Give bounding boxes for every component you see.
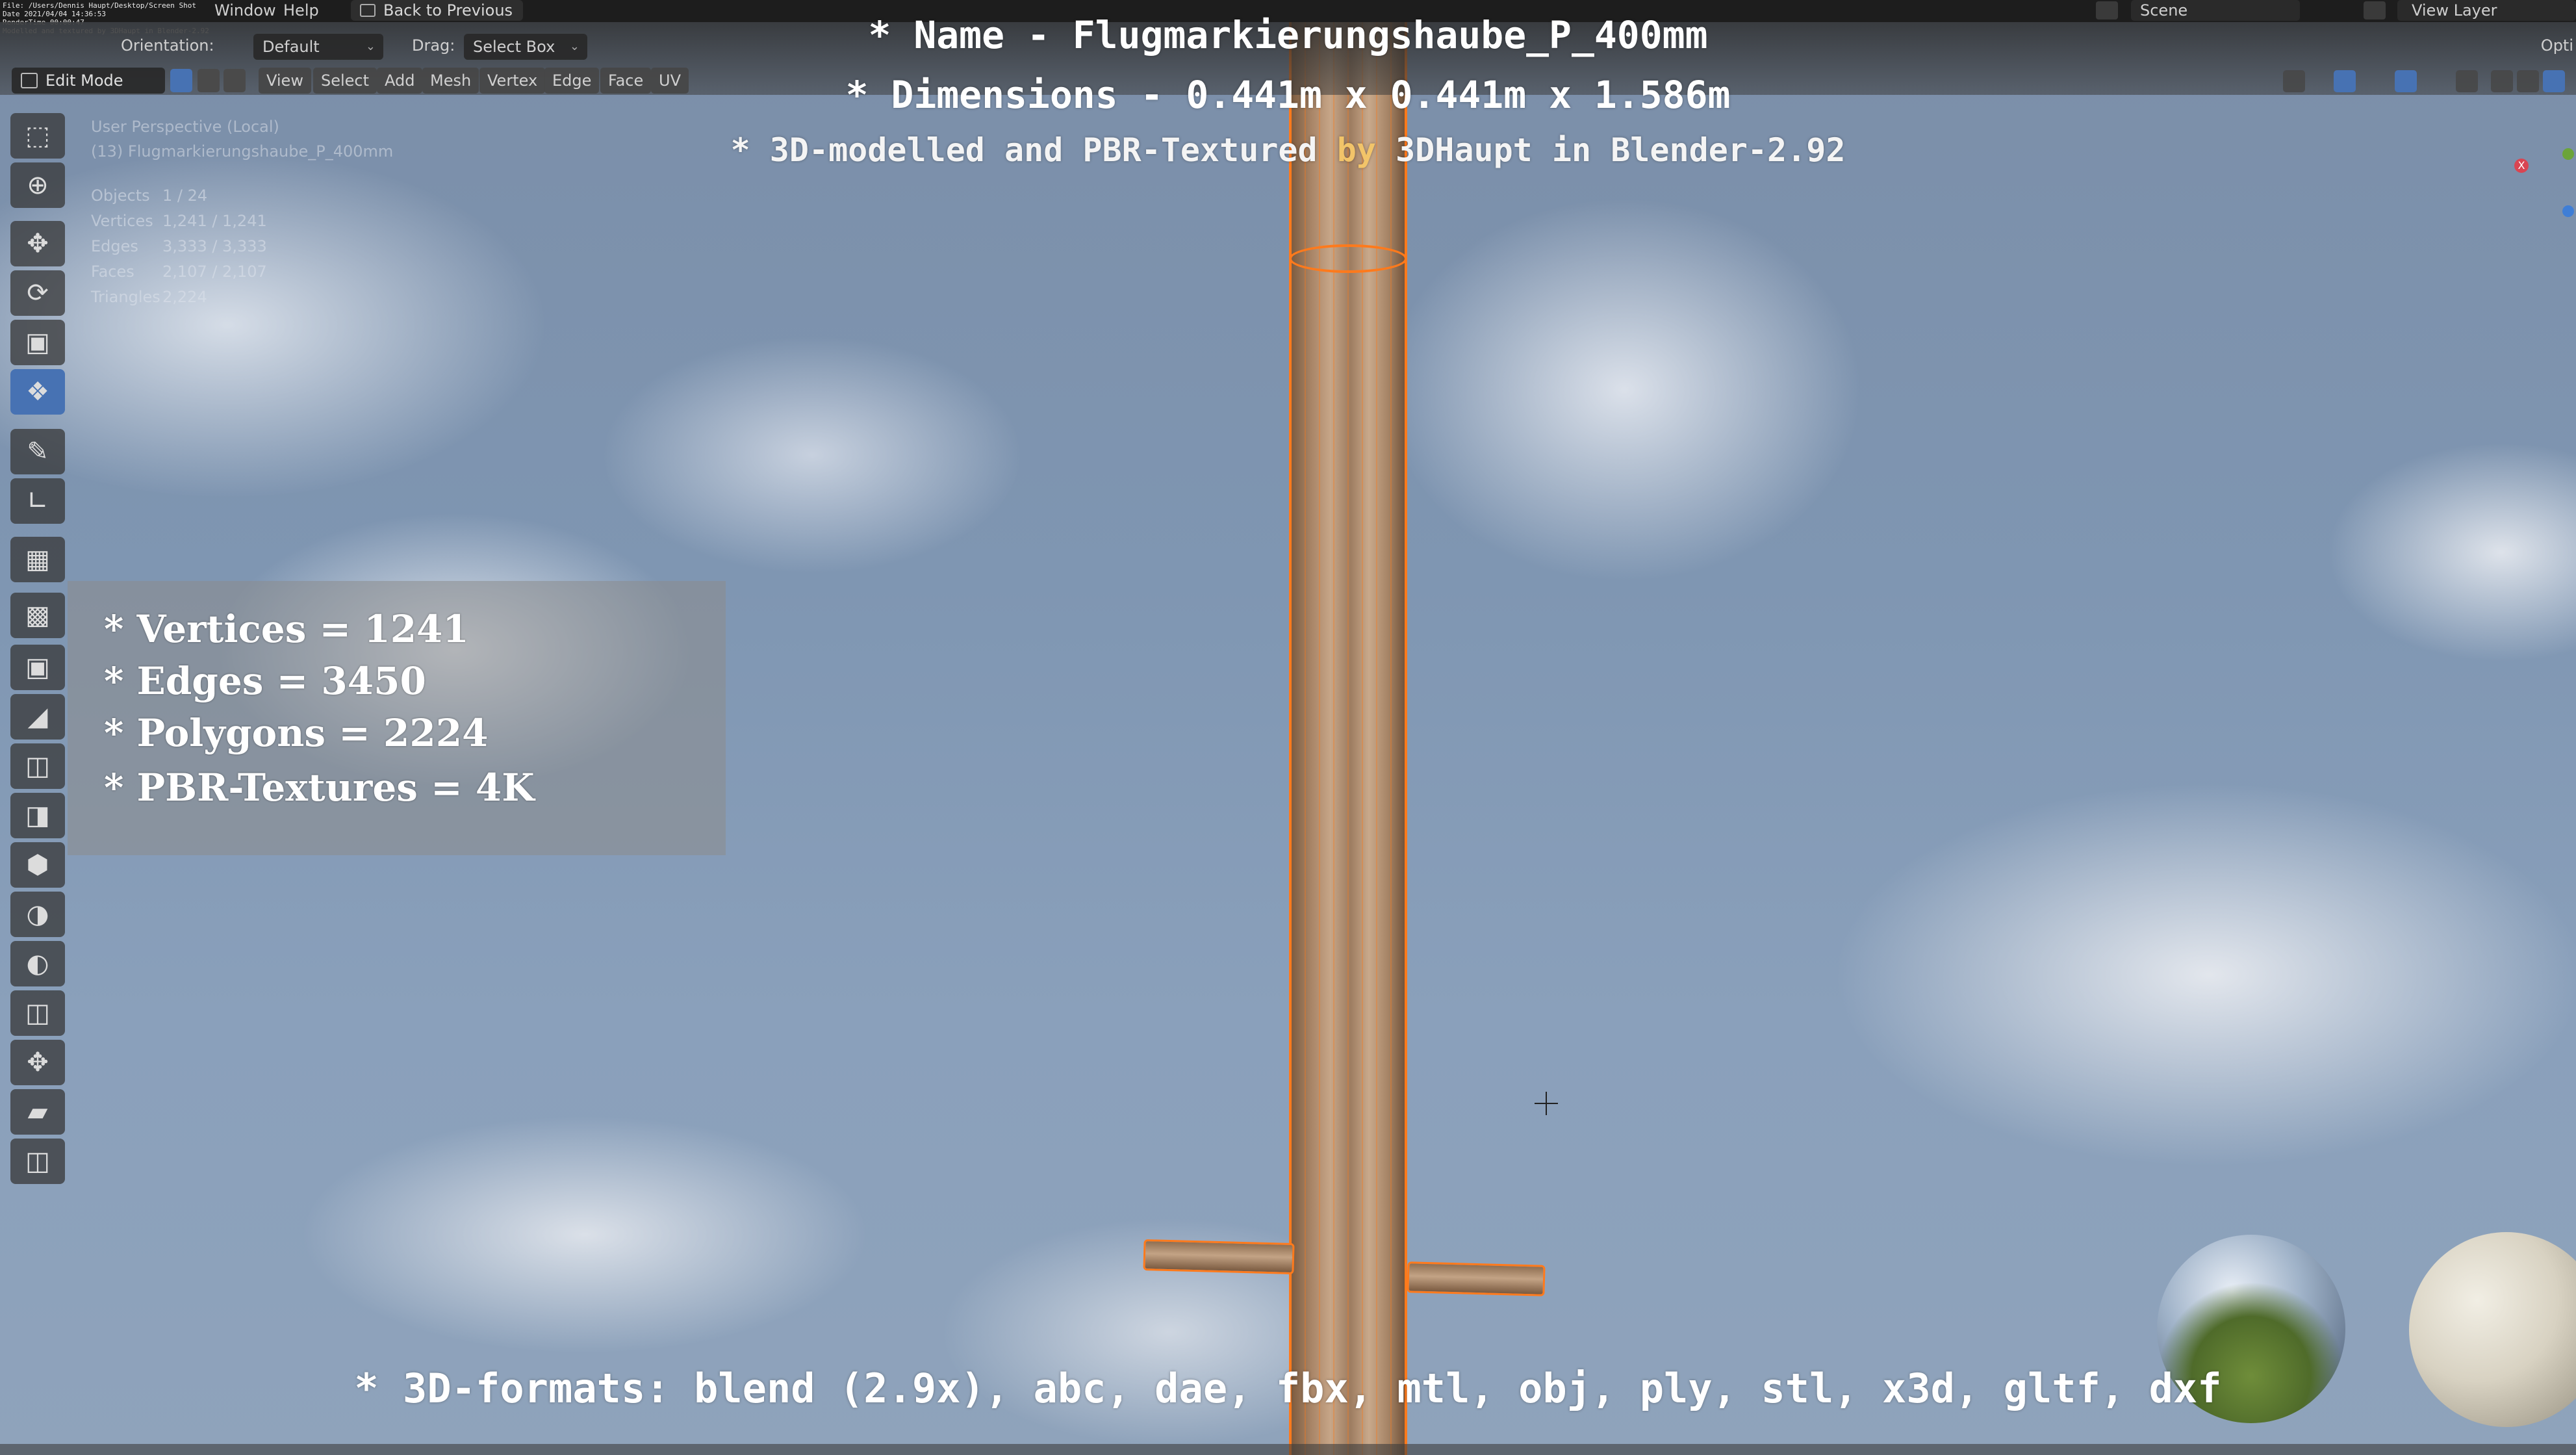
rip-icon[interactable]: ◫ bbox=[10, 1139, 65, 1184]
status-bar bbox=[0, 1444, 2576, 1455]
vertices-value: 1,241 / 1,241 bbox=[162, 212, 267, 230]
spin-icon[interactable]: ◑ bbox=[10, 892, 65, 937]
credit-by: by bbox=[1336, 131, 1376, 169]
vertices-label: Vertices bbox=[91, 212, 153, 230]
edge-slide-icon[interactable]: ◫ bbox=[10, 990, 65, 1036]
measure-icon[interactable]: ∟ bbox=[10, 478, 65, 524]
mesh-arm-left[interactable] bbox=[1143, 1239, 1295, 1275]
annotate-icon[interactable]: ✎ bbox=[10, 429, 65, 474]
faces-label: Faces bbox=[91, 263, 134, 281]
smooth-icon[interactable]: ◐ bbox=[10, 941, 65, 986]
objects-label: Objects bbox=[91, 187, 150, 205]
gizmo-z-axis[interactable] bbox=[2562, 205, 2574, 217]
transform-icon[interactable]: ❖ bbox=[10, 369, 65, 415]
knife-icon[interactable]: ◨ bbox=[10, 793, 65, 838]
edges-stat: * Edges = 3450 bbox=[104, 659, 426, 703]
edges-label: Edges bbox=[91, 237, 138, 255]
triangles-label: Triangles bbox=[91, 288, 160, 306]
dimensions-title: * Dimensions - 0.441m x 0.441m x 1.586m bbox=[845, 73, 1731, 117]
pole-edge-left bbox=[1289, 0, 1292, 1455]
formats-line: * 3D-formats: blend (2.9x), abc, dae, fb… bbox=[354, 1365, 2222, 1412]
polygons-stat: * Polygons = 2224 bbox=[104, 711, 489, 755]
selected-edge-loop bbox=[1289, 244, 1407, 273]
poly-build-icon[interactable]: ⬢ bbox=[10, 842, 65, 888]
credit-after: 3DHaupt in Blender-2.92 bbox=[1375, 131, 1846, 169]
mesh-arm-right[interactable] bbox=[1407, 1261, 1546, 1296]
textures-stat: * PBR-Textures = 4K bbox=[104, 766, 535, 810]
edges-value: 3,333 / 3,333 bbox=[162, 237, 267, 255]
scene-statistics: Objects 1 / 24 Vertices 1,241 / 1,241 Edge… bbox=[91, 183, 267, 310]
rotate-icon[interactable]: ⟳ bbox=[10, 270, 65, 316]
cursor-icon[interactable]: ⊕ bbox=[10, 162, 65, 208]
credit-title: * 3D-modelled and PBR-Textured by 3DHaup… bbox=[0, 131, 2576, 169]
pole-mesh[interactable] bbox=[1290, 0, 1406, 1455]
extrude-icon[interactable]: ▩ bbox=[10, 593, 65, 638]
add-cube-icon[interactable]: ▦ bbox=[10, 537, 65, 582]
credit-before: * 3D-modelled and PBR-Textured bbox=[730, 131, 1337, 169]
model-stats-box: * Vertices = 1241 * Edges = 3450 * Polyg… bbox=[68, 581, 726, 855]
objects-value: 1 / 24 bbox=[162, 187, 208, 205]
bevel-icon[interactable]: ◢ bbox=[10, 694, 65, 740]
3d-cursor-icon[interactable] bbox=[1535, 1092, 1558, 1115]
inset-icon[interactable]: ▣ bbox=[10, 645, 65, 690]
shear-icon[interactable]: ▰ bbox=[10, 1089, 65, 1135]
vertices-stat: * Vertices = 1241 bbox=[104, 607, 469, 651]
loop-cut-icon[interactable]: ◫ bbox=[10, 743, 65, 789]
faces-value: 2,107 / 2,107 bbox=[162, 263, 267, 281]
scale-icon[interactable]: ▣ bbox=[10, 320, 65, 365]
triangles-value: 2,224 bbox=[162, 288, 207, 306]
shrink-fatten-icon[interactable]: ✥ bbox=[10, 1040, 65, 1085]
model-name-title: * Name - Flugmarkierungshaube_P_400mm bbox=[868, 13, 1708, 57]
pole-edge-right bbox=[1405, 0, 1407, 1455]
tool-shelf: ⬚ ⊕ ✥ ⟳ ▣ ❖ ✎ ∟ ▦ ▩ ▣ ◢ ◫ ◨ ⬢ ◑ ◐ ◫ ✥ ▰ … bbox=[10, 113, 68, 1244]
move-icon[interactable]: ✥ bbox=[10, 221, 65, 266]
